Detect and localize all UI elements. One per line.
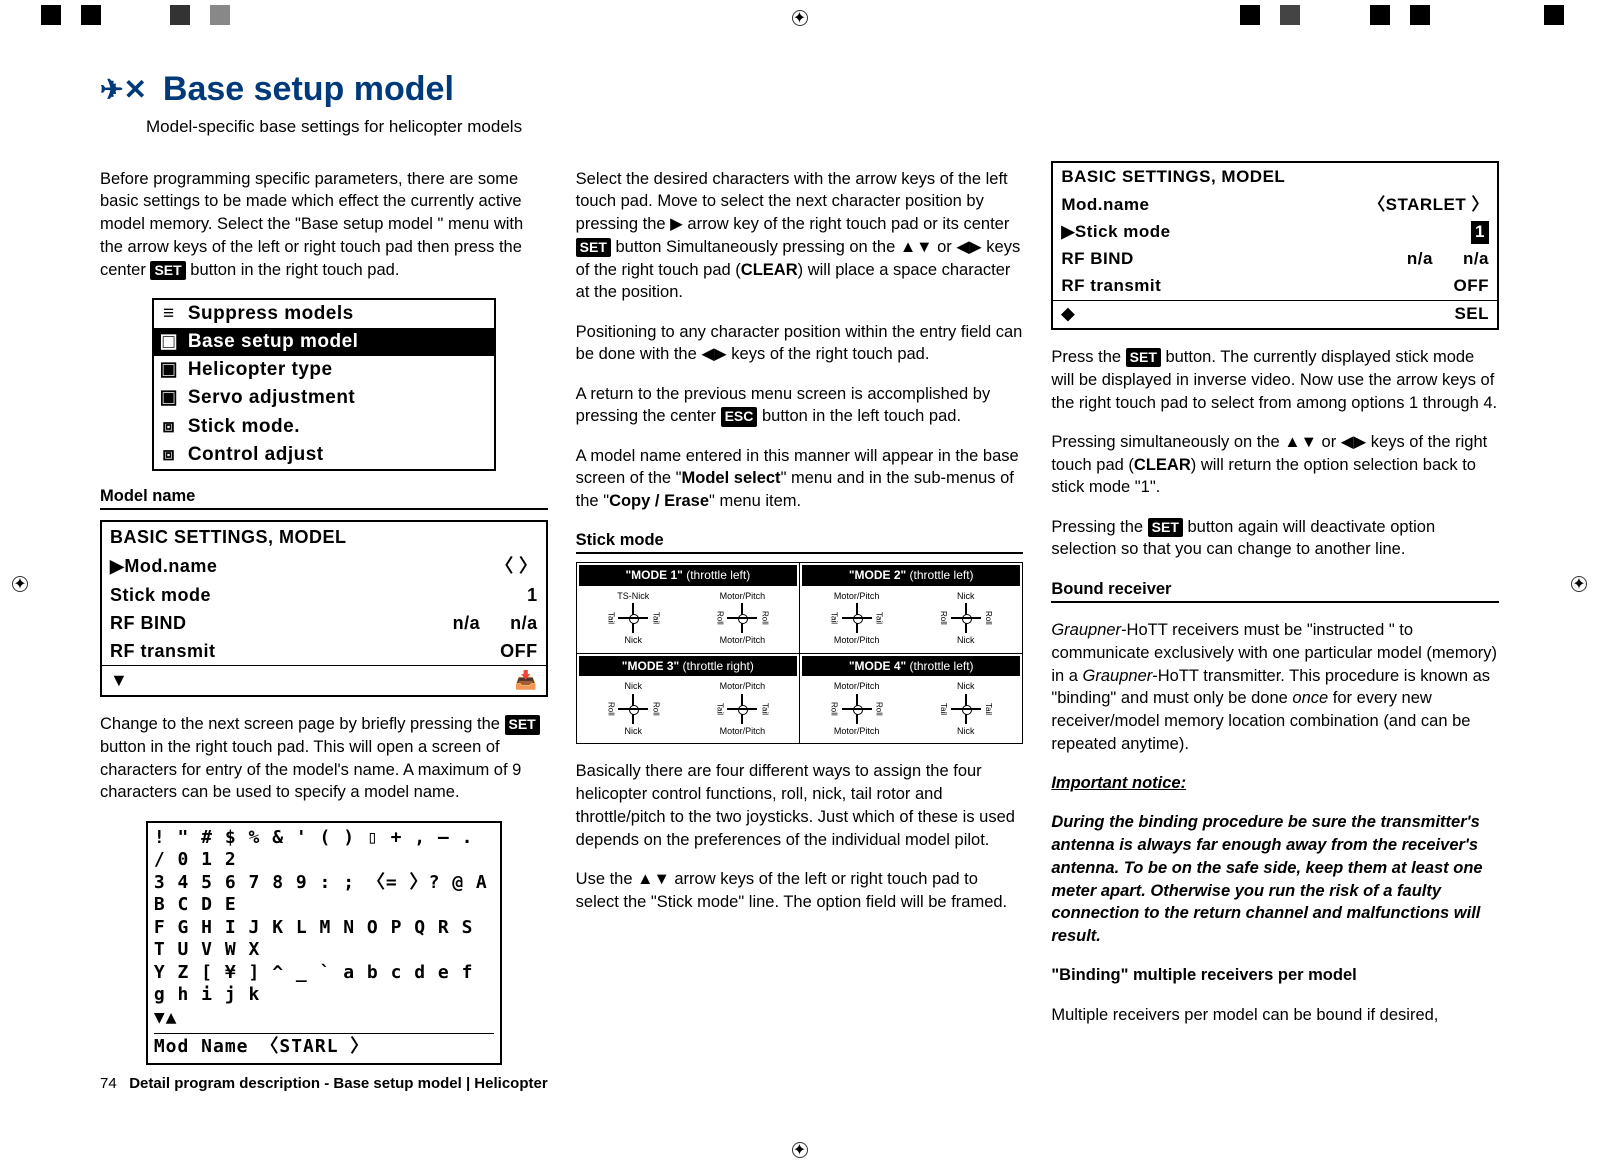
page-footer: 74 Detail program description - Base set… (100, 1075, 548, 1092)
section-model-name: Model name (100, 485, 548, 510)
column-3: BASIC SETTINGS, MODEL Mod.name〈STARLET 〉… (1051, 151, 1499, 1077)
section-bound-receiver: Bound receiver (1051, 578, 1499, 603)
bound-receiver-paragraph: Graupner-HoTT receivers must be "instruc… (1051, 619, 1499, 756)
stick-mode-diagram: "MODE 1" (throttle left) TS-NickTailTail… (576, 562, 1024, 744)
deactivate-paragraph: Pressing the SET button again will deact… (1051, 516, 1499, 562)
positioning-paragraph: Positioning to any character position wi… (576, 321, 1024, 367)
change-page-paragraph: Change to the next screen page by briefl… (100, 713, 548, 804)
press-set-paragraph: Press the SET button. The currently disp… (1051, 346, 1499, 414)
intro-paragraph: Before programming specific parameters, … (100, 168, 548, 282)
binding-text: Multiple receivers per model can be boun… (1051, 1004, 1499, 1027)
title-text: Base setup model (163, 70, 454, 109)
set-button: SET (150, 261, 185, 280)
basic-settings-screen-1: BASIC SETTINGS, MODEL ▶Mod.name〈 〉 Stick… (100, 520, 548, 697)
model-name-paragraph: A model name entered in this manner will… (576, 445, 1024, 513)
set-button: SET (1126, 348, 1161, 367)
stick-select-paragraph: Use the ▲▼ arrow keys of the left or rig… (576, 868, 1024, 914)
important-notice-heading: Important notice: (1051, 772, 1499, 795)
binding-heading: "Binding" multiple receivers per model (1051, 964, 1499, 987)
esc-button: ESC (721, 407, 758, 426)
page-title: ✈✕ Base setup model (100, 70, 1499, 109)
basic-settings-screen-2: BASIC SETTINGS, MODEL Mod.name〈STARLET 〉… (1051, 161, 1499, 330)
return-paragraph: A return to the previous menu screen is … (576, 383, 1024, 429)
character-entry-screen: ! " # $ % & ' ( ) ▯ + , – . / 0 1 2 3 4 … (146, 821, 502, 1065)
menu-screen: ≡Suppress models ▣Base setup model ▣Heli… (152, 298, 496, 471)
set-button: SET (1148, 518, 1183, 537)
important-notice-text: During the binding procedure be sure the… (1051, 811, 1499, 948)
section-stick-mode: Stick mode (576, 529, 1024, 554)
column-1: Before programming specific parameters, … (100, 151, 548, 1077)
stick-explain-paragraph: Basically there are four different ways … (576, 760, 1024, 851)
column-2: Select the desired characters with the a… (576, 151, 1024, 1077)
page-subtitle: Model-specific base settings for helicop… (146, 117, 1499, 137)
clear-paragraph: Pressing simultaneously on the ▲▼ or ◀▶ … (1051, 431, 1499, 499)
helicopter-icon: ✈✕ (100, 73, 147, 106)
set-button: SET (576, 238, 611, 257)
select-chars-paragraph: Select the desired characters with the a… (576, 168, 1024, 305)
set-button: SET (505, 715, 540, 734)
